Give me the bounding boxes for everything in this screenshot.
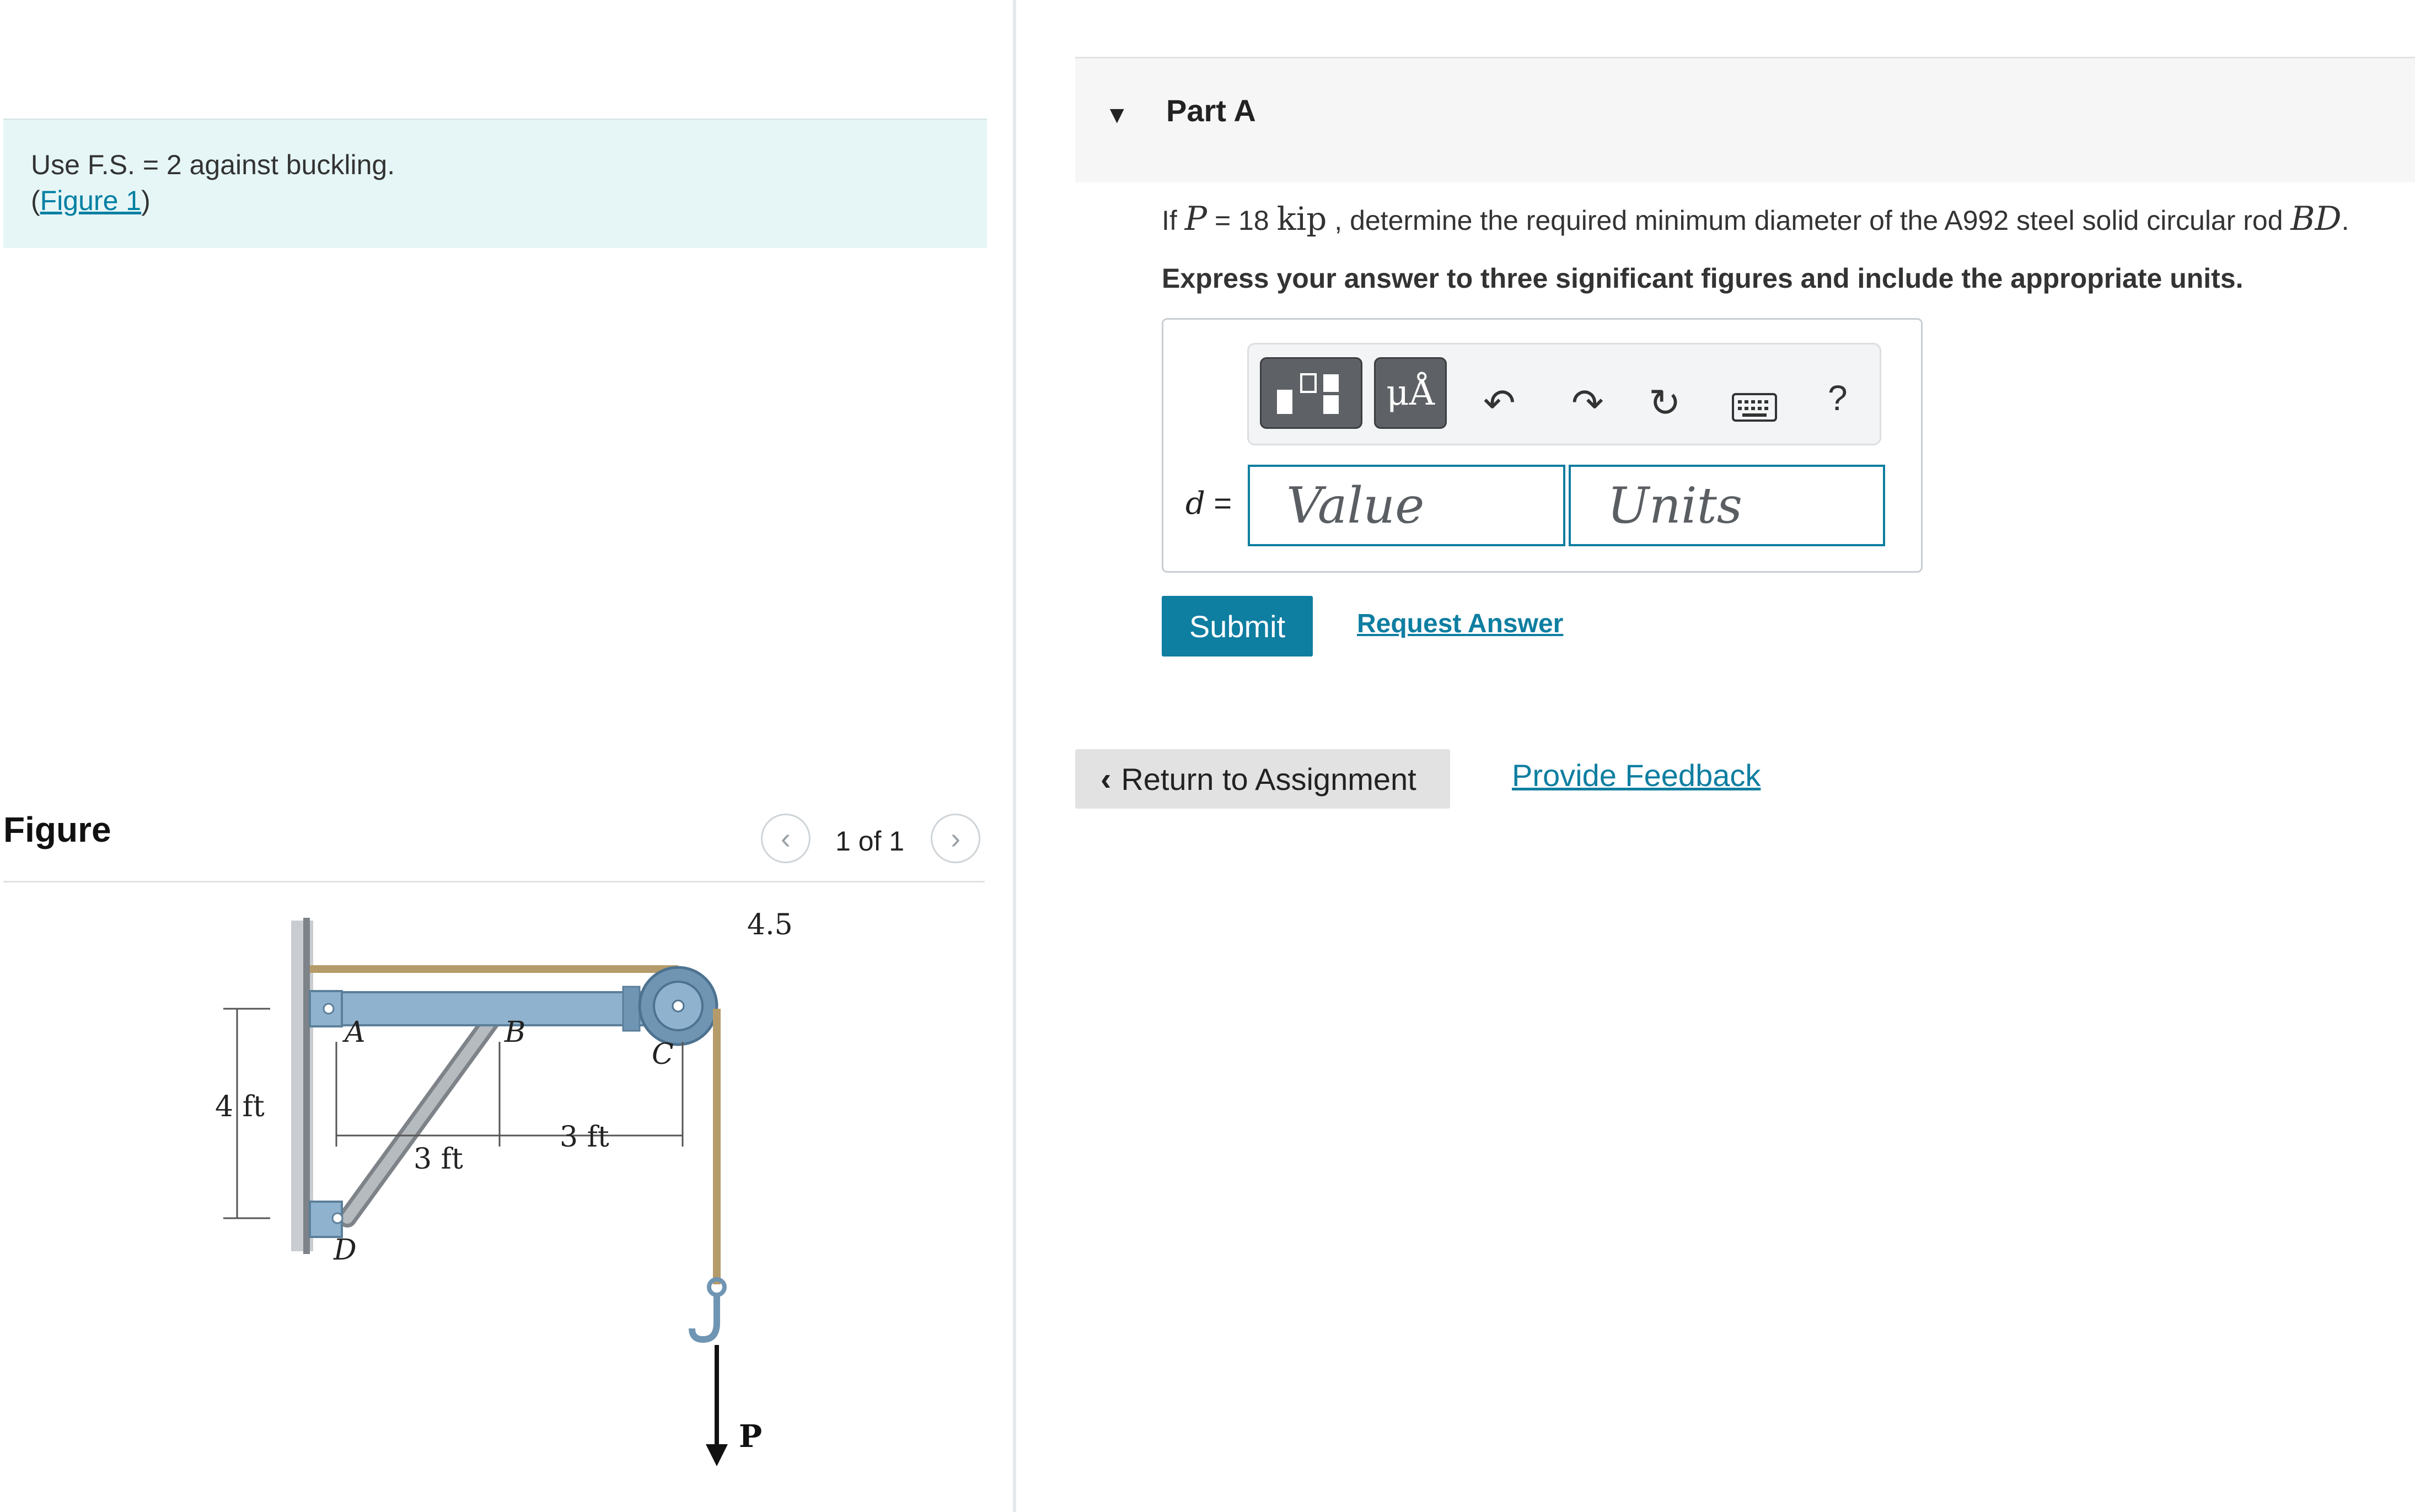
next-figure-button[interactable]: ›	[931, 814, 980, 863]
answer-instruction: Express your answer to three significant…	[1162, 263, 2244, 294]
templates-button[interactable]	[1260, 357, 1362, 429]
figure-pager-label: 1 of 1	[835, 826, 905, 857]
question-text: If P = 18 kip , determine the required m…	[1162, 200, 2349, 238]
redo-icon[interactable]: ↷	[1571, 380, 1604, 426]
reset-icon[interactable]: ↻	[1649, 380, 1681, 426]
load-arrow	[706, 1345, 728, 1466]
problem-statement: Use F.S. = 2 against buckling. (Figure 1…	[3, 119, 987, 248]
span-2-dimension-label: 3 ft	[560, 1121, 609, 1154]
figure-title: Figure	[3, 810, 111, 849]
return-label: Return to Assignment	[1121, 761, 1416, 797]
answer-variable-label: d =	[1185, 486, 1232, 521]
units-button[interactable]: μÅ	[1374, 357, 1447, 429]
problem-text: Use F.S. = 2 against buckling.	[31, 149, 395, 180]
undo-icon[interactable]: ↶	[1483, 380, 1516, 426]
chevron-left-icon: ‹	[781, 822, 791, 855]
part-a-header[interactable]: ▼ Part A	[1075, 57, 2415, 182]
units-input[interactable]	[1569, 465, 1885, 546]
panel-divider	[1013, 0, 1016, 1512]
submit-button[interactable]: Submit	[1162, 596, 1313, 657]
figure-reference: (Figure 1)	[31, 185, 151, 216]
point-d-label: D	[333, 1234, 357, 1267]
load-p-label: P	[739, 1418, 762, 1455]
pulley-dimension-label: 4.5 in.	[747, 908, 799, 941]
point-b-label: B	[504, 1016, 525, 1049]
collapse-triangle-icon[interactable]: ▼	[1105, 101, 1129, 129]
templates-icon	[1277, 373, 1339, 414]
point-c-label: C	[652, 1038, 674, 1071]
height-dimension-label: 4 ft	[215, 1090, 265, 1123]
rod-symbol: BD	[2290, 200, 2342, 238]
crane-figure: 4.5 in. A B C D 4 ft 3 ft 3 ft P	[215, 908, 799, 1466]
value-input[interactable]	[1248, 465, 1565, 546]
hook	[689, 1277, 727, 1343]
pulley-c	[638, 966, 718, 1046]
point-a-label: A	[342, 1016, 366, 1049]
span-1-dimension-label: 3 ft	[414, 1143, 463, 1176]
keyboard-icon[interactable]	[1731, 392, 1778, 422]
figure-divider	[3, 881, 985, 883]
p-symbol: P	[1184, 200, 1208, 238]
previous-figure-button[interactable]: ‹	[761, 814, 811, 863]
provide-feedback-link[interactable]: Provide Feedback	[1512, 757, 1761, 793]
chevron-left-icon: ‹	[1101, 761, 1112, 797]
request-answer-link[interactable]: Request Answer	[1357, 609, 1563, 639]
return-to-assignment-button[interactable]: ‹ Return to Assignment	[1075, 749, 1450, 809]
part-a-label: Part A	[1166, 93, 1256, 128]
figure-1-link[interactable]: Figure 1	[40, 185, 141, 216]
chevron-right-icon: ›	[951, 822, 960, 855]
p-unit: kip	[1276, 200, 1327, 238]
help-button[interactable]: ?	[1828, 378, 1848, 418]
